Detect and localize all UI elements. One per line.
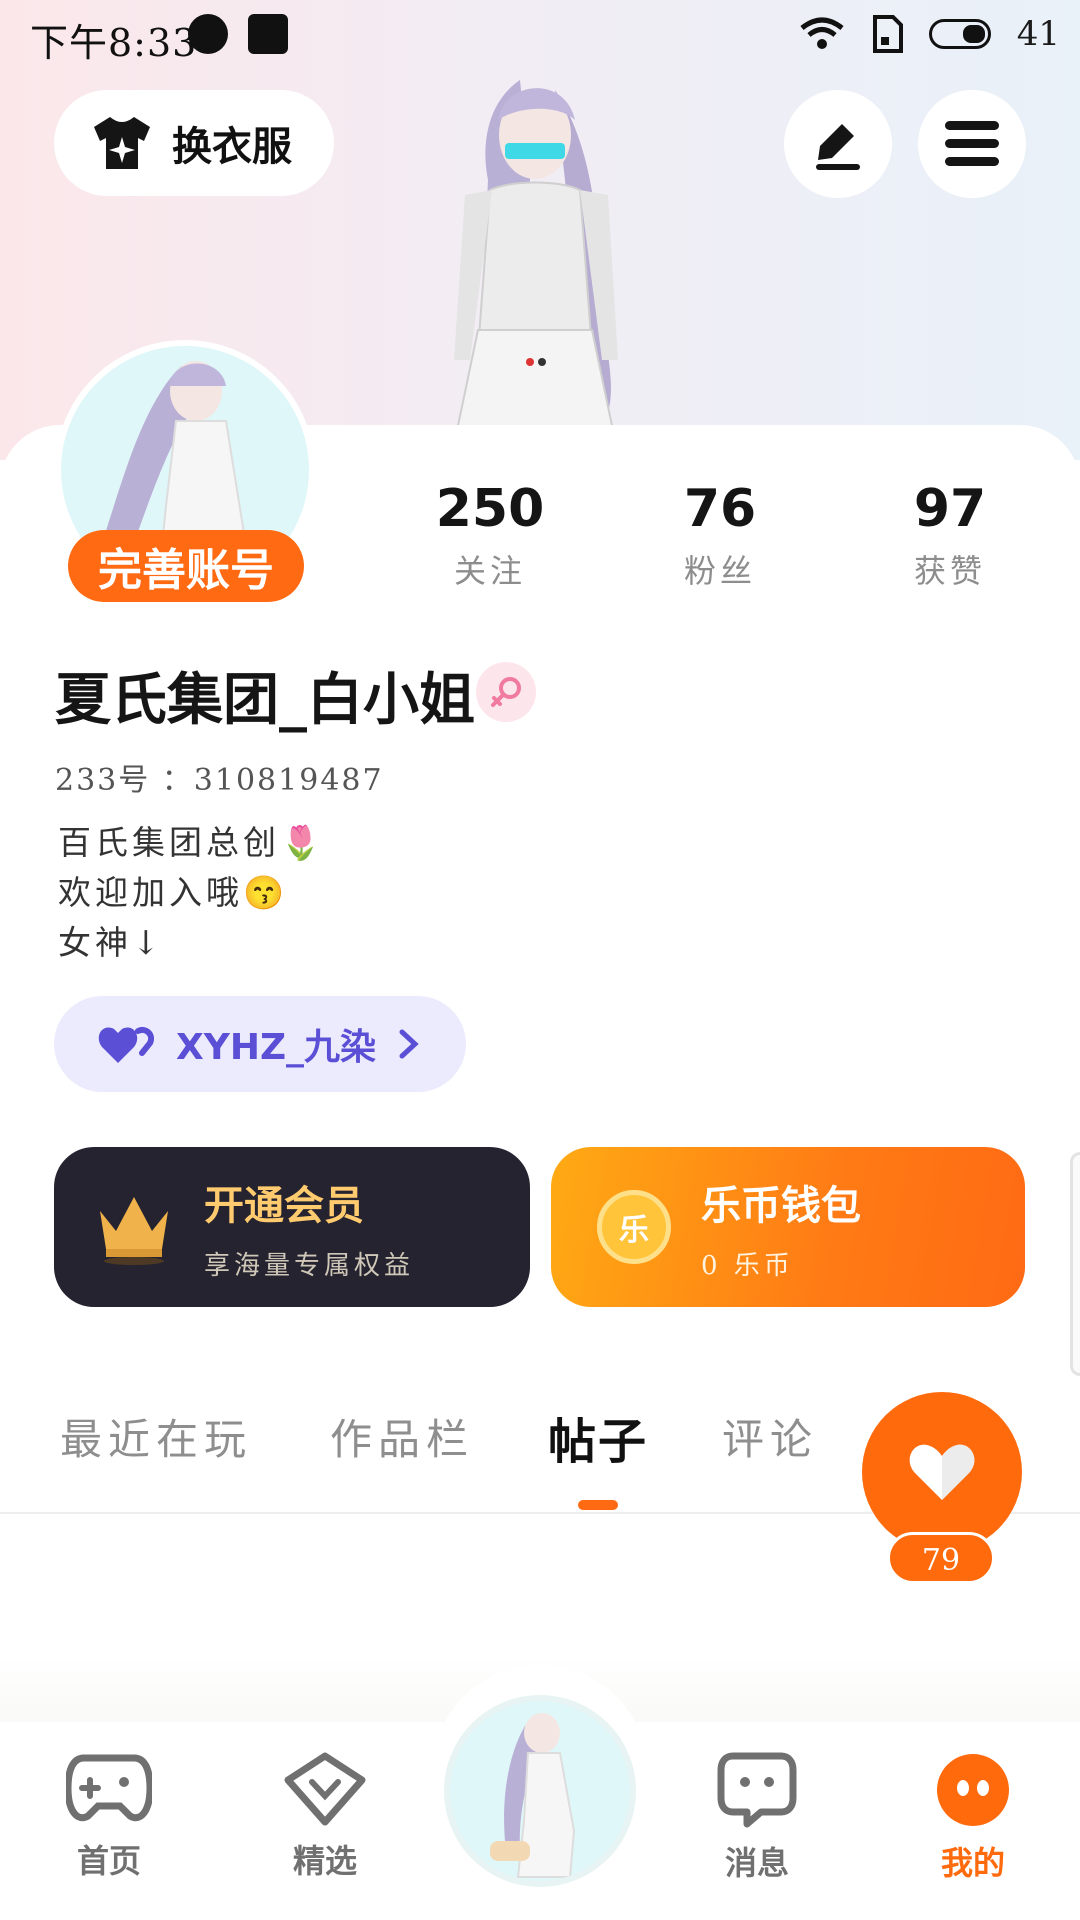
center-avatar-button[interactable] <box>444 1695 636 1887</box>
stat-following-value: 250 <box>435 479 545 539</box>
app-notification-icon <box>188 14 228 54</box>
bio: 百氏集团总创🌷 欢迎加入哦😙 女神↓ <box>58 818 325 968</box>
nav-home-label: 首页 <box>76 1842 141 1880</box>
like-count: 79 <box>887 1532 995 1584</box>
wallet-title: 乐币钱包 <box>701 1182 861 1229</box>
stat-fans-label: 粉丝 <box>683 552 756 590</box>
vip-card[interactable]: 开通会员 享海量专属权益 <box>54 1147 530 1307</box>
nav-home[interactable]: 首页 <box>34 1752 184 1882</box>
crown-icon <box>100 1197 168 1265</box>
bio-line: 欢迎加入哦😙 <box>58 873 289 912</box>
video-app-icon <box>248 14 288 54</box>
stat-likes[interactable]: 97 获赞 <box>860 478 1040 592</box>
tab-posts[interactable]: 帖子 <box>548 1402 648 1472</box>
active-tab-indicator <box>578 1500 618 1510</box>
clan-pill[interactable]: XYHZ_九染 <box>54 996 466 1092</box>
tab-recently-played[interactable]: 最近在玩 <box>60 1406 252 1467</box>
heart-icon <box>909 1444 975 1500</box>
complete-account-badge[interactable]: 完善账号 <box>68 530 304 602</box>
change-outfit-button[interactable]: 换衣服 <box>54 90 334 196</box>
user-id: 233号 ：310819487 <box>55 763 384 798</box>
stat-fans[interactable]: 76 粉丝 <box>630 478 810 592</box>
stat-following[interactable]: 250 关注 <box>400 478 580 592</box>
profile-face-icon <box>937 1754 1009 1826</box>
double-heart-icon <box>98 1027 154 1063</box>
nav-featured[interactable]: 精选 <box>250 1752 400 1882</box>
center-avatar-image <box>490 1713 576 1878</box>
status-indicators: 41 <box>799 14 1060 54</box>
gamepad-icon <box>64 1754 154 1822</box>
nav-messages[interactable]: 消息 <box>682 1752 832 1884</box>
battery-icon <box>928 19 991 49</box>
tshirt-icon <box>94 117 150 169</box>
tab-works[interactable]: 作品栏 <box>330 1406 474 1467</box>
battery-level: 41 <box>1016 14 1060 54</box>
wallet-balance: 0 乐币 <box>701 1250 794 1281</box>
bio-line: 百氏集团总创🌷 <box>58 823 326 862</box>
sim-card-icon <box>872 15 903 53</box>
like-button[interactable] <box>862 1392 1022 1552</box>
tab-comments[interactable]: 评论 <box>722 1406 818 1467</box>
change-outfit-label: 换衣服 <box>172 124 292 170</box>
status-bar: 下午8:33 41 <box>0 0 1080 70</box>
bio-line: 女神↓ <box>58 923 164 962</box>
nav-featured-label: 精选 <box>292 1842 357 1880</box>
wallet-card[interactable]: 乐 乐币钱包 0 乐币 <box>551 1147 1025 1307</box>
side-drawer-handle[interactable] <box>1070 1152 1080 1376</box>
nav-me-label: 我的 <box>940 1844 1005 1882</box>
gender-badge <box>476 662 536 722</box>
nav-me[interactable]: 我的 <box>898 1752 1048 1884</box>
heart-badge-icon <box>284 1752 366 1826</box>
coin-glyph: 乐 <box>619 1213 649 1248</box>
pen-icon <box>816 124 860 170</box>
menu-button[interactable] <box>918 90 1026 198</box>
character-illustration[interactable] <box>370 60 690 440</box>
username: 夏氏集团_白小姐 <box>55 668 475 733</box>
vip-title: 开通会员 <box>204 1182 364 1229</box>
stat-following-label: 关注 <box>453 552 526 590</box>
vip-subtitle: 享海量专属权益 <box>204 1250 415 1281</box>
status-time: 下午8:33 <box>30 21 198 65</box>
stat-fans-value: 76 <box>683 479 757 539</box>
stat-likes-label: 获赞 <box>913 552 986 590</box>
chevron-right-icon <box>399 1029 419 1059</box>
nav-messages-label: 消息 <box>724 1844 789 1882</box>
clan-name: XYHZ_九染 <box>176 1027 377 1068</box>
stat-likes-value: 97 <box>913 479 987 539</box>
coin-icon: 乐 <box>597 1190 671 1264</box>
wifi-icon <box>800 17 844 49</box>
edit-profile-button[interactable] <box>784 90 892 198</box>
female-icon <box>491 677 521 707</box>
hamburger-menu-icon <box>945 121 999 166</box>
chat-bubble-icon <box>717 1752 797 1828</box>
